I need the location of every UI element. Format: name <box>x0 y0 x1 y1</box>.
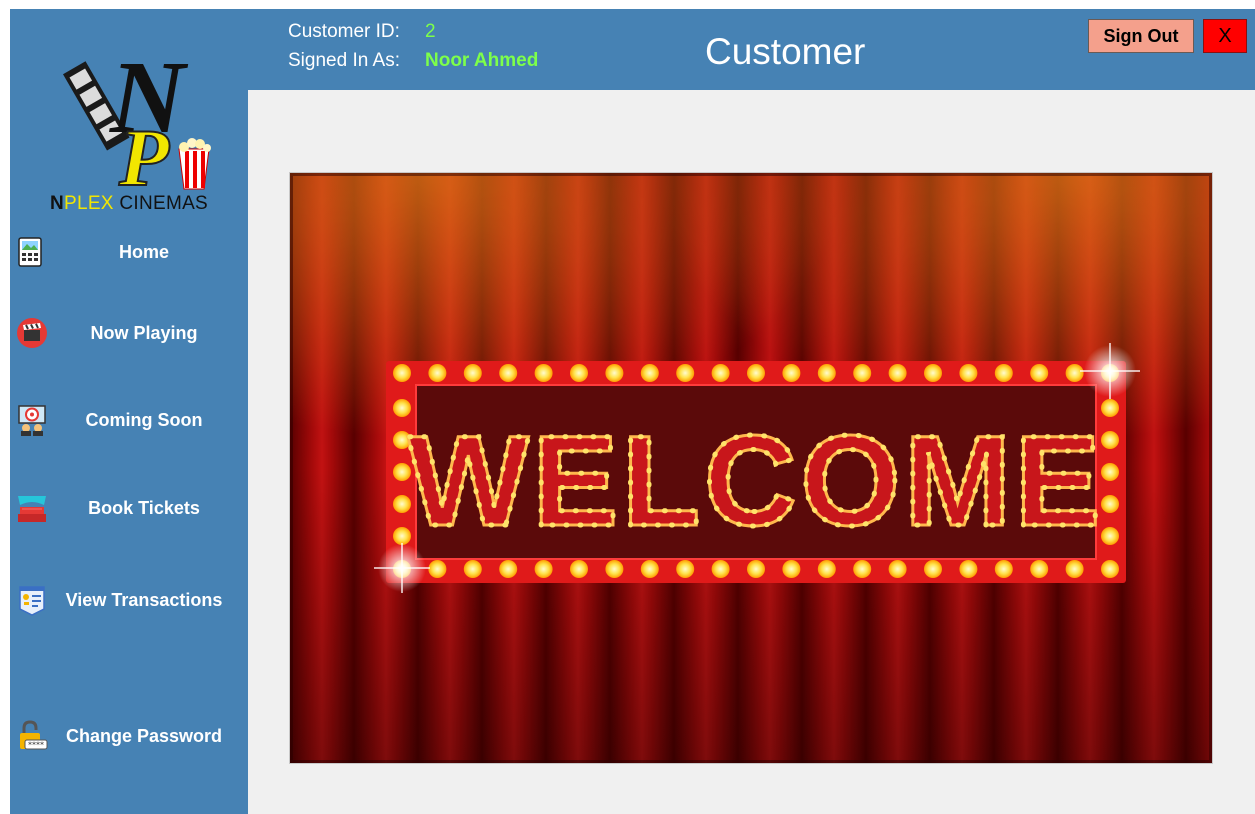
customer-id-value: 2 <box>425 21 436 42</box>
marquee-bulb <box>747 560 765 578</box>
brand-cinemas: CINEMAS <box>113 193 209 214</box>
marquee-bulb <box>853 560 872 578</box>
marquee-bulbs-bottom <box>393 560 1119 578</box>
sidebar-item-label: Book Tickets <box>88 498 200 518</box>
user-name: Noor Ahmed <box>425 50 539 71</box>
close-button[interactable]: X <box>1203 19 1247 53</box>
marquee-bulb <box>534 560 553 578</box>
sidebar-item-home[interactable]: Home <box>10 229 248 275</box>
marquee-bulb <box>534 364 553 382</box>
sidebar-item-coming-soon[interactable]: Coming Soon <box>10 397 248 443</box>
marquee-bulb <box>888 560 907 578</box>
marquee-bulb <box>605 560 624 578</box>
svg-text:P: P <box>118 112 170 195</box>
marquee-bulb <box>570 364 588 382</box>
welcome-banner: WELCOME WELCOME <box>289 172 1213 764</box>
welcome-image: WELCOME WELCOME <box>290 173 1212 763</box>
marquee-bulb <box>676 364 695 382</box>
marquee-bulb <box>888 364 907 382</box>
marquee-bulb <box>711 560 730 578</box>
marquee-bulb <box>782 560 801 578</box>
welcome-text-bulbs: WELCOME <box>408 410 1104 553</box>
brand-plex: PLEX <box>63 193 114 214</box>
marquee-bulb <box>570 560 588 578</box>
marquee-bulb <box>959 364 978 382</box>
marquee-bulb <box>959 560 978 578</box>
marquee-bulb <box>499 364 518 382</box>
nplex-logo: N P <box>63 40 211 195</box>
page-title: Customer <box>705 31 866 72</box>
marquee-bulb <box>782 364 801 382</box>
marquee-bulb <box>853 364 872 382</box>
marquee-bulb <box>463 364 482 382</box>
signed-in-label: Signed In As: <box>288 50 400 71</box>
sidebar-item-label: Home <box>118 242 169 262</box>
header-bar: Customer ID: 2 Signed In As: Noor Ahmed … <box>248 9 1255 90</box>
app-window: N P NPLEX CINEMAS Home Now Playing Comin… <box>10 9 1255 814</box>
marquee-bulb <box>924 364 942 382</box>
sidebar-item-change-password[interactable]: **** Change Password <box>10 713 248 759</box>
marquee-bulb <box>1030 560 1049 578</box>
sign-out-button[interactable]: Sign Out <box>1088 19 1194 53</box>
sidebar-item-now-playing[interactable]: Now Playing <box>10 310 248 356</box>
marquee-bulb <box>924 560 942 578</box>
marquee-bulb <box>994 364 1013 382</box>
marquee-bulb <box>640 560 659 578</box>
sidebar-item-label: View Transactions <box>65 590 223 610</box>
marquee-bulb <box>676 560 695 578</box>
marquee-bulb <box>393 364 411 382</box>
marquee-bulbs-top <box>393 364 1119 382</box>
marquee-bulb <box>747 364 765 382</box>
marquee-bulb <box>994 560 1013 578</box>
sidebar-item-label: Change Password <box>65 726 223 746</box>
marquee-bulb <box>817 364 836 382</box>
sidebar-item-label: Now Playing <box>90 323 198 343</box>
marquee-bulb <box>817 560 836 578</box>
marquee-bulb <box>428 560 447 578</box>
marquee-bulb <box>711 364 730 382</box>
marquee-bulb <box>1030 364 1049 382</box>
sidebar-item-label: Coming Soon <box>85 410 203 430</box>
customer-id-label: Customer ID: <box>288 21 400 42</box>
brand-name: NPLEX CINEMAS <box>10 193 248 215</box>
marquee-bulb <box>428 364 447 382</box>
marquee-bulb <box>640 364 659 382</box>
marquee-bulb <box>605 364 624 382</box>
marquee-bulb <box>1065 560 1084 578</box>
sidebar: N P NPLEX CINEMAS Home Now Playing Comin… <box>10 9 248 814</box>
marquee-bulb <box>1101 560 1119 578</box>
marquee-bulb <box>499 560 518 578</box>
marquee-bulb <box>463 560 482 578</box>
sidebar-item-book-tickets[interactable]: Book Tickets <box>10 485 248 531</box>
sidebar-item-view-transactions[interactable]: View Transactions <box>10 577 248 623</box>
marquee-bulb <box>1065 364 1084 382</box>
brand-n: N <box>49 193 64 214</box>
